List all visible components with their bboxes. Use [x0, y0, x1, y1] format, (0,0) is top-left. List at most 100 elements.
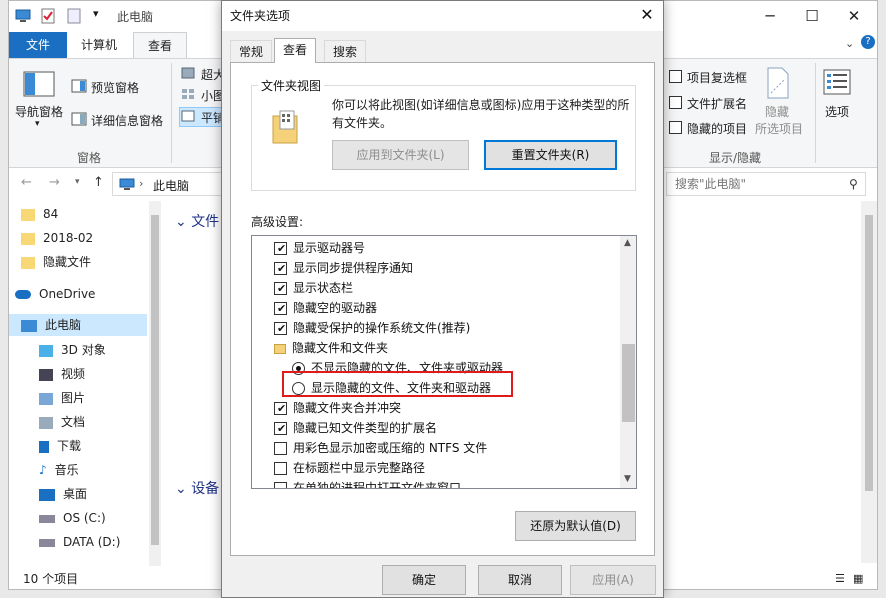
scroll-up-icon[interactable]: ▲	[624, 238, 631, 248]
nav-item-2018-02[interactable]: 2018-02	[21, 227, 93, 249]
ribbon-collapse-icon[interactable]: ⌄	[845, 37, 854, 50]
nav-scrollbar[interactable]	[149, 201, 161, 566]
cancel-button[interactable]: 取消	[478, 565, 562, 595]
options-icon	[823, 69, 851, 95]
setting-sync-provider-notifications[interactable]: ✔ 显示同步提供程序通知	[274, 258, 413, 278]
tab-general[interactable]: 常规	[230, 40, 273, 62]
ok-button[interactable]: 确定	[382, 565, 466, 595]
setting-hide-protected-os-files[interactable]: ✔ 隐藏受保护的操作系统文件(推荐)	[274, 318, 470, 338]
checkbox[interactable]	[274, 442, 287, 455]
dialog-close-button[interactable]: ✕	[634, 3, 660, 27]
folder-icon	[274, 343, 286, 354]
quick-access-dropdown-icon[interactable]: ▾	[93, 7, 99, 20]
checkbox[interactable]: ✔	[274, 282, 287, 295]
setting-separate-process[interactable]: 在单独的进程中打开文件夹窗口	[274, 478, 461, 488]
nav-scroll-thumb[interactable]	[151, 215, 159, 545]
search-input[interactable]: 搜索"此电脑" ⚲	[666, 172, 866, 196]
setting-color-ntfs-files[interactable]: 用彩色显示加密或压缩的 NTFS 文件	[274, 438, 487, 458]
apply-to-folders-button[interactable]: 应用到文件夹(L)	[332, 140, 469, 170]
nav-item-data-d[interactable]: DATA (D:)	[39, 531, 120, 553]
checkbox[interactable]: ✔	[274, 242, 287, 255]
restore-defaults-button[interactable]: 还原为默认值(D)	[515, 511, 636, 541]
help-icon[interactable]: ?	[861, 35, 875, 49]
explorer-title: 此电脑	[117, 10, 154, 24]
checkbox[interactable]: ✔	[274, 322, 287, 335]
close-button[interactable]: ✕	[833, 1, 875, 31]
nav-pane-dropdown-icon[interactable]: ▾	[35, 119, 40, 129]
nav-item-3d-objects[interactable]: 3D 对象	[39, 339, 106, 361]
nav-item-os-c[interactable]: OS (C:)	[39, 507, 106, 529]
nav-item-onedrive[interactable]: OneDrive	[15, 283, 95, 305]
setting-hide-extensions[interactable]: ✔ 隐藏已知文件类型的扩展名	[274, 418, 437, 438]
checkbox[interactable]	[274, 482, 287, 488]
tab-search[interactable]: 搜索	[324, 40, 367, 62]
up-icon[interactable]: ↑	[93, 175, 104, 190]
content-scrollbar[interactable]	[861, 201, 877, 563]
nav-item-music[interactable]: ♪ 音乐	[39, 459, 79, 481]
advanced-settings-list[interactable]: ✔ 显示驱动器号 ✔ 显示同步提供程序通知 ✔ 显示状态栏 ✔ 隐藏空的驱动器 ✔ 隐藏受…	[251, 235, 637, 489]
setting-hide-folder-merge-conflicts[interactable]: ✔ 隐藏文件夹合并冲突	[274, 398, 401, 418]
large-icons-view-icon[interactable]: ▦	[853, 568, 863, 590]
picture-icon	[39, 392, 53, 405]
apply-button[interactable]: 应用(A)	[570, 565, 656, 595]
options-button[interactable]: 选项	[825, 103, 849, 120]
breadcrumb-chevron-icon[interactable]: ›	[139, 177, 143, 190]
status-text: 10 个项目	[23, 572, 79, 586]
checkbox[interactable]: ✔	[274, 422, 287, 435]
hide-selected-button[interactable]: 隐藏	[765, 103, 789, 120]
details-view-icon[interactable]: ☰	[835, 568, 845, 590]
setting-full-path-title-bar[interactable]: 在标题栏中显示完整路径	[274, 458, 425, 478]
nav-item-this-pc[interactable]: 此电脑	[9, 314, 147, 336]
folder-views-description: 你可以将此视图(如详细信息或图标)应用于这种类型的所有文件夹。	[332, 98, 630, 130]
file-extensions-checkbox[interactable]	[669, 96, 682, 109]
properties-icon[interactable]	[41, 8, 55, 24]
minimize-button[interactable]: ─	[749, 1, 791, 31]
details-pane-button[interactable]: 详细信息窗格	[91, 112, 163, 129]
content-scroll-thumb[interactable]	[865, 215, 873, 491]
forward-icon[interactable]: →	[49, 175, 60, 190]
setting-hide-empty-drives[interactable]: ✔ 隐藏空的驱动器	[274, 298, 377, 318]
preview-pane-button[interactable]: 预览窗格	[91, 79, 139, 96]
setting-show-status-bar[interactable]: ✔ 显示状态栏	[274, 278, 353, 298]
checkbox[interactable]: ✔	[274, 262, 287, 275]
hidden-items-label: 隐藏的项目	[687, 122, 748, 136]
tab-view[interactable]: 查看	[133, 32, 188, 58]
checkbox[interactable]	[274, 462, 287, 475]
item-checkboxes-label: 项目复选框	[687, 71, 748, 85]
nav-item-downloads[interactable]: 下载	[39, 435, 81, 457]
extra-large-icons-icon	[181, 67, 195, 79]
nav-item-documents[interactable]: 文档	[39, 411, 85, 433]
devices-section-header[interactable]: ⌄ 设备	[175, 478, 219, 498]
check-icon: ✔	[277, 322, 287, 335]
scroll-down-icon[interactable]: ▼	[624, 474, 631, 484]
nav-item-84[interactable]: 84	[21, 203, 58, 225]
download-icon	[39, 440, 49, 453]
new-folder-icon[interactable]	[67, 8, 81, 24]
nav-item-hidden-files[interactable]: 隐藏文件	[21, 251, 91, 273]
setting-show-drive-letters[interactable]: ✔ 显示驱动器号	[274, 238, 365, 258]
folders-section-header[interactable]: ⌄ 文件	[175, 211, 219, 231]
maximize-button[interactable]: ☐	[791, 1, 833, 31]
tab-file[interactable]: 文件	[9, 32, 67, 58]
hidden-items-checkbox[interactable]	[669, 121, 682, 134]
tab-view[interactable]: 查看	[274, 38, 317, 63]
recent-dropdown-icon[interactable]: ▾	[75, 177, 80, 187]
folder-icon	[21, 208, 35, 221]
settings-scroll-thumb[interactable]	[622, 344, 635, 422]
ribbon-divider	[815, 63, 816, 163]
checkbox[interactable]: ✔	[274, 402, 287, 415]
checkbox[interactable]: ✔	[274, 302, 287, 315]
nav-item-videos[interactable]: 视频	[39, 363, 85, 385]
folder-view-icon	[272, 110, 298, 144]
item-checkboxes-checkbox[interactable]	[669, 70, 682, 83]
cloud-icon	[15, 290, 31, 299]
reset-folders-button[interactable]: 重置文件夹(R)	[484, 140, 617, 170]
settings-scrollbar[interactable]: ▲ ▼	[620, 236, 636, 488]
tab-computer[interactable]: 计算机	[67, 32, 131, 58]
nav-item-desktop[interactable]: 桌面	[39, 483, 87, 505]
check-icon: ✔	[277, 422, 287, 435]
nav-pane-button[interactable]: 导航窗格	[15, 103, 63, 120]
back-icon[interactable]: ←	[21, 175, 32, 190]
nav-item-pictures[interactable]: 图片	[39, 387, 85, 409]
navigation-pane-icon	[23, 71, 55, 97]
